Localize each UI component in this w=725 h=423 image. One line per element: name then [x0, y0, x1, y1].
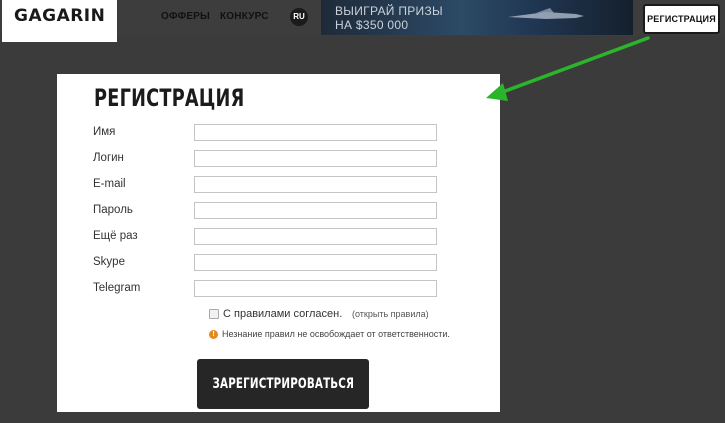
login-input[interactable] [194, 150, 437, 167]
registration-modal: РЕГИСТРАЦИЯ Имя Логин E-mail Пароль Ещё … [57, 74, 500, 412]
field-label: Telegram [93, 282, 141, 294]
agree-label[interactable]: С правилами согласен. [223, 308, 342, 320]
field-row-email: E-mail [93, 176, 443, 194]
field-row-password-repeat: Ещё раз [93, 228, 443, 246]
submit-label: ЗАРЕГИСТРИРОВАТЬСЯ [212, 376, 355, 392]
field-label: Логин [93, 152, 124, 164]
field-label: Пароль [93, 204, 133, 216]
field-label: Ещё раз [93, 230, 138, 242]
modal-title: РЕГИСТРАЦИЯ [94, 84, 245, 112]
field-row-password: Пароль [93, 202, 443, 220]
promo-banner[interactable]: ВЫИГРАЙ ПРИЗЫ НА $350 000 [321, 0, 633, 35]
telegram-input[interactable] [194, 280, 437, 297]
field-label: Skype [93, 256, 125, 268]
name-input[interactable] [194, 124, 437, 141]
field-row-login: Логин [93, 150, 443, 168]
site-header: GAGARIN ОФФЕРЫ КОНКУРС RU ВЫИГРАЙ ПРИЗЫ … [0, 0, 725, 42]
field-row-skype: Skype [93, 254, 443, 272]
agree-checkbox[interactable] [209, 309, 219, 319]
email-input[interactable] [194, 176, 437, 193]
skype-input[interactable] [194, 254, 437, 271]
language-switcher[interactable]: RU [290, 8, 308, 26]
field-row-telegram: Telegram [93, 280, 443, 298]
warning-icon: ! [209, 330, 218, 339]
nav-contest-link[interactable]: КОНКУРС [220, 11, 269, 22]
open-rules-link[interactable]: (открыть правила) [352, 309, 429, 319]
promo-line2: НА $350 000 [335, 18, 409, 32]
shuttle-icon [508, 8, 584, 19]
nav-offers-link[interactable]: ОФФЕРЫ [161, 11, 210, 22]
field-label: E-mail [93, 178, 126, 190]
logo[interactable]: GAGARIN [2, 0, 117, 42]
warning-text: Незнание правил не освобождает от ответс… [222, 329, 450, 339]
header-register-button[interactable]: РЕГИСТРАЦИЯ [643, 4, 720, 34]
register-submit-button[interactable]: ЗАРЕГИСТРИРОВАТЬСЯ [197, 359, 369, 409]
logo-text: GAGARIN [14, 6, 106, 26]
field-label: Имя [93, 126, 116, 138]
password-repeat-input[interactable] [194, 228, 437, 245]
promo-line1: ВЫИГРАЙ ПРИЗЫ [335, 4, 443, 18]
field-row-name: Имя [93, 124, 443, 142]
password-input[interactable] [194, 202, 437, 219]
